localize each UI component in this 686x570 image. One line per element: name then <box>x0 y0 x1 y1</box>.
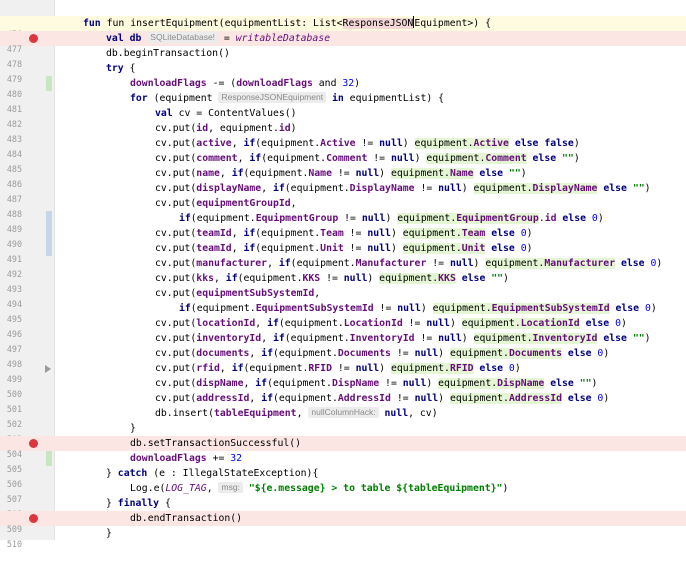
code-text[interactable]: if(equipment.EquipmentSubSystemId != nul… <box>179 301 657 316</box>
code-text[interactable]: cv.put(addressId, if(equipment.AddressId… <box>155 391 609 406</box>
code-text[interactable]: cv.put(id, equipment.id) <box>155 121 297 136</box>
breakpoint-icon[interactable] <box>29 34 38 43</box>
vcs-added-marker[interactable] <box>46 451 52 466</box>
code-text[interactable]: db.setTransactionSuccessful() <box>130 436 301 451</box>
code-line[interactable]: 487 cv.put(displayName, if(equipment.Dis… <box>0 181 686 204</box>
code-line[interactable]: 495 if(equipment.EquipmentSubSystemId !=… <box>0 301 686 324</box>
code-text[interactable]: cv.put(teamId, if(equipment.Team != null… <box>155 226 533 241</box>
code-text[interactable]: cv.put(comment, if(equipment.Comment != … <box>155 151 580 166</box>
code-text[interactable]: cv.put(inventoryId, if(equipment.Invento… <box>155 331 651 346</box>
code-line[interactable]: 505 downloadFlags += 32 <box>0 451 686 474</box>
code-text[interactable]: try { <box>106 61 136 76</box>
code-line[interactable]: 479 try { <box>0 61 686 84</box>
type-hint: SQLiteDatabase! <box>147 32 219 43</box>
code-line[interactable]: 480 downloadFlags -= (downloadFlags and … <box>0 76 686 99</box>
code-text[interactable]: cv.put(documents, if(equipment.Documents… <box>155 346 609 361</box>
code-text[interactable]: cv.put(dispName, if(equipment.DispName !… <box>155 376 597 391</box>
code-line[interactable]: 482 val cv = ContentValues() <box>0 106 686 129</box>
code-text[interactable]: } <box>130 421 136 436</box>
code-line[interactable]: 500 cv.put(dispName, if(equipment.DispNa… <box>0 376 686 399</box>
code-text[interactable]: cv.put(rfid, if(equipment.RFID != null) … <box>155 361 521 376</box>
code-line[interactable]: 484 cv.put(active, if(equipment.Active !… <box>0 136 686 159</box>
code-line[interactable]: 494 cv.put(equipmentSubSystemId, <box>0 286 686 309</box>
code-line[interactable]: 508 } finally { <box>0 496 686 519</box>
code-line[interactable]: 481 for (equipment ResponseJSONEquipment… <box>0 91 686 114</box>
code-line[interactable]: 478 db.beginTransaction() <box>0 46 686 69</box>
code-text[interactable]: cv.put(manufacturer, if(equipment.Manufa… <box>155 256 662 271</box>
code-text[interactable]: cv.put(displayName, if(equipment.Display… <box>155 181 651 196</box>
code-text[interactable]: downloadFlags -= (downloadFlags and 32) <box>130 76 360 91</box>
code-text[interactable]: cv.put(equipmentGroupId, <box>155 196 297 211</box>
code-line[interactable]: 489 if(equipment.EquipmentGroup != null)… <box>0 211 686 234</box>
breakpoint-icon[interactable] <box>29 439 38 448</box>
code-line[interactable]: 510 } <box>0 526 686 549</box>
code-text[interactable]: downloadFlags += 32 <box>130 451 242 466</box>
code-text[interactable]: val cv = ContentValues() <box>155 106 297 121</box>
code-line[interactable]: 486 cv.put(name, if(equipment.Name != nu… <box>0 166 686 189</box>
code-text[interactable]: fun fun insertEquipment(equipmentList: L… <box>83 16 491 31</box>
code-text[interactable]: } <box>106 526 112 541</box>
fold-arrow-icon[interactable] <box>45 365 51 373</box>
code-text[interactable]: cv.put(kks, if(equipment.KKS != null) eq… <box>155 271 509 286</box>
code-line[interactable]: 502 db.insert(tableEquipment, nullColumn… <box>0 406 686 429</box>
code-line[interactable]: 507 Log.e(LOG_TAG, msg: "${e.message} > … <box>0 481 686 504</box>
code-line[interactable]: 483 cv.put(id, equipment.id) <box>0 121 686 144</box>
code-line[interactable]: 509 db.endTransaction() <box>0 511 686 534</box>
code-line[interactable]: 488 cv.put(equipmentGroupId, <box>0 196 686 219</box>
code-line[interactable]: 498 cv.put(documents, if(equipment.Docum… <box>0 346 686 369</box>
type-hint: ResponseJSONEquipment <box>218 92 327 103</box>
code-text[interactable]: cv.put(name, if(equipment.Name != null) … <box>155 166 527 181</box>
code-text[interactable]: Log.e(LOG_TAG, msg: "${e.message} > to t… <box>130 481 508 496</box>
code-line[interactable]: 491 cv.put(teamId, if(equipment.Unit != … <box>0 241 686 264</box>
code-line[interactable]: 501 cv.put(addressId, if(equipment.Addre… <box>0 391 686 414</box>
breakpoint-icon[interactable] <box>29 514 38 523</box>
code-line[interactable]: 496 cv.put(locationId, if(equipment.Loca… <box>0 316 686 339</box>
code-line[interactable]: 497 cv.put(inventoryId, if(equipment.Inv… <box>0 331 686 354</box>
line-number: 510 <box>6 539 22 549</box>
parameter-hint: nullColumnHack: <box>308 407 379 418</box>
code-text[interactable]: cv.put(equipmentSubSystemId, <box>155 286 320 301</box>
vcs-modified-marker[interactable] <box>46 211 52 226</box>
code-text[interactable]: if(equipment.EquipmentGroup != null) equ… <box>179 211 604 226</box>
vcs-added-marker[interactable] <box>46 76 52 91</box>
code-line[interactable]: 506 } catch (e : IllegalStateException){ <box>0 466 686 489</box>
code-text[interactable]: db.endTransaction() <box>130 511 242 526</box>
code-line[interactable]: 504 db.setTransactionSuccessful() <box>0 436 686 459</box>
vcs-modified-marker[interactable] <box>46 241 52 256</box>
code-text[interactable]: for (equipment ResponseJSONEquipment in … <box>130 91 444 106</box>
code-text[interactable]: cv.put(locationId, if(equipment.Location… <box>155 316 627 331</box>
code-text[interactable]: cv.put(teamId, if(equipment.Unit != null… <box>155 241 533 256</box>
code-line[interactable]: 490 cv.put(teamId, if(equipment.Team != … <box>0 226 686 249</box>
code-text[interactable]: db.insert(tableEquipment, nullColumnHack… <box>155 406 438 421</box>
code-text[interactable]: } catch (e : IllegalStateException){ <box>106 466 318 481</box>
code-text[interactable]: db.beginTransaction() <box>106 46 230 61</box>
code-line[interactable]: 493 cv.put(kks, if(equipment.KKS != null… <box>0 271 686 294</box>
code-text[interactable]: val db SQLiteDatabase! = writableDatabas… <box>106 31 330 46</box>
code-line[interactable]: 499 cv.put(rfid, if(equipment.RFID != nu… <box>0 361 686 384</box>
code-text[interactable]: } finally { <box>106 496 171 511</box>
code-line[interactable]: 476 fun fun insertEquipment(equipmentLis… <box>0 16 686 39</box>
code-editor[interactable]: 475 476 fun fun insertEquipment(equipmen… <box>0 0 686 549</box>
code-line[interactable]: 477 val db SQLiteDatabase! = writableDat… <box>0 31 686 54</box>
code-line[interactable]: 485 cv.put(comment, if(equipment.Comment… <box>0 151 686 174</box>
parameter-hint: msg: <box>218 482 243 493</box>
code-line[interactable]: 492 cv.put(manufacturer, if(equipment.Ma… <box>0 256 686 279</box>
code-text[interactable]: cv.put(active, if(equipment.Active != nu… <box>155 136 580 151</box>
code-line[interactable]: 475 <box>0 2 686 25</box>
code-line[interactable]: 503 } <box>0 421 686 444</box>
vcs-modified-marker[interactable] <box>46 226 52 241</box>
